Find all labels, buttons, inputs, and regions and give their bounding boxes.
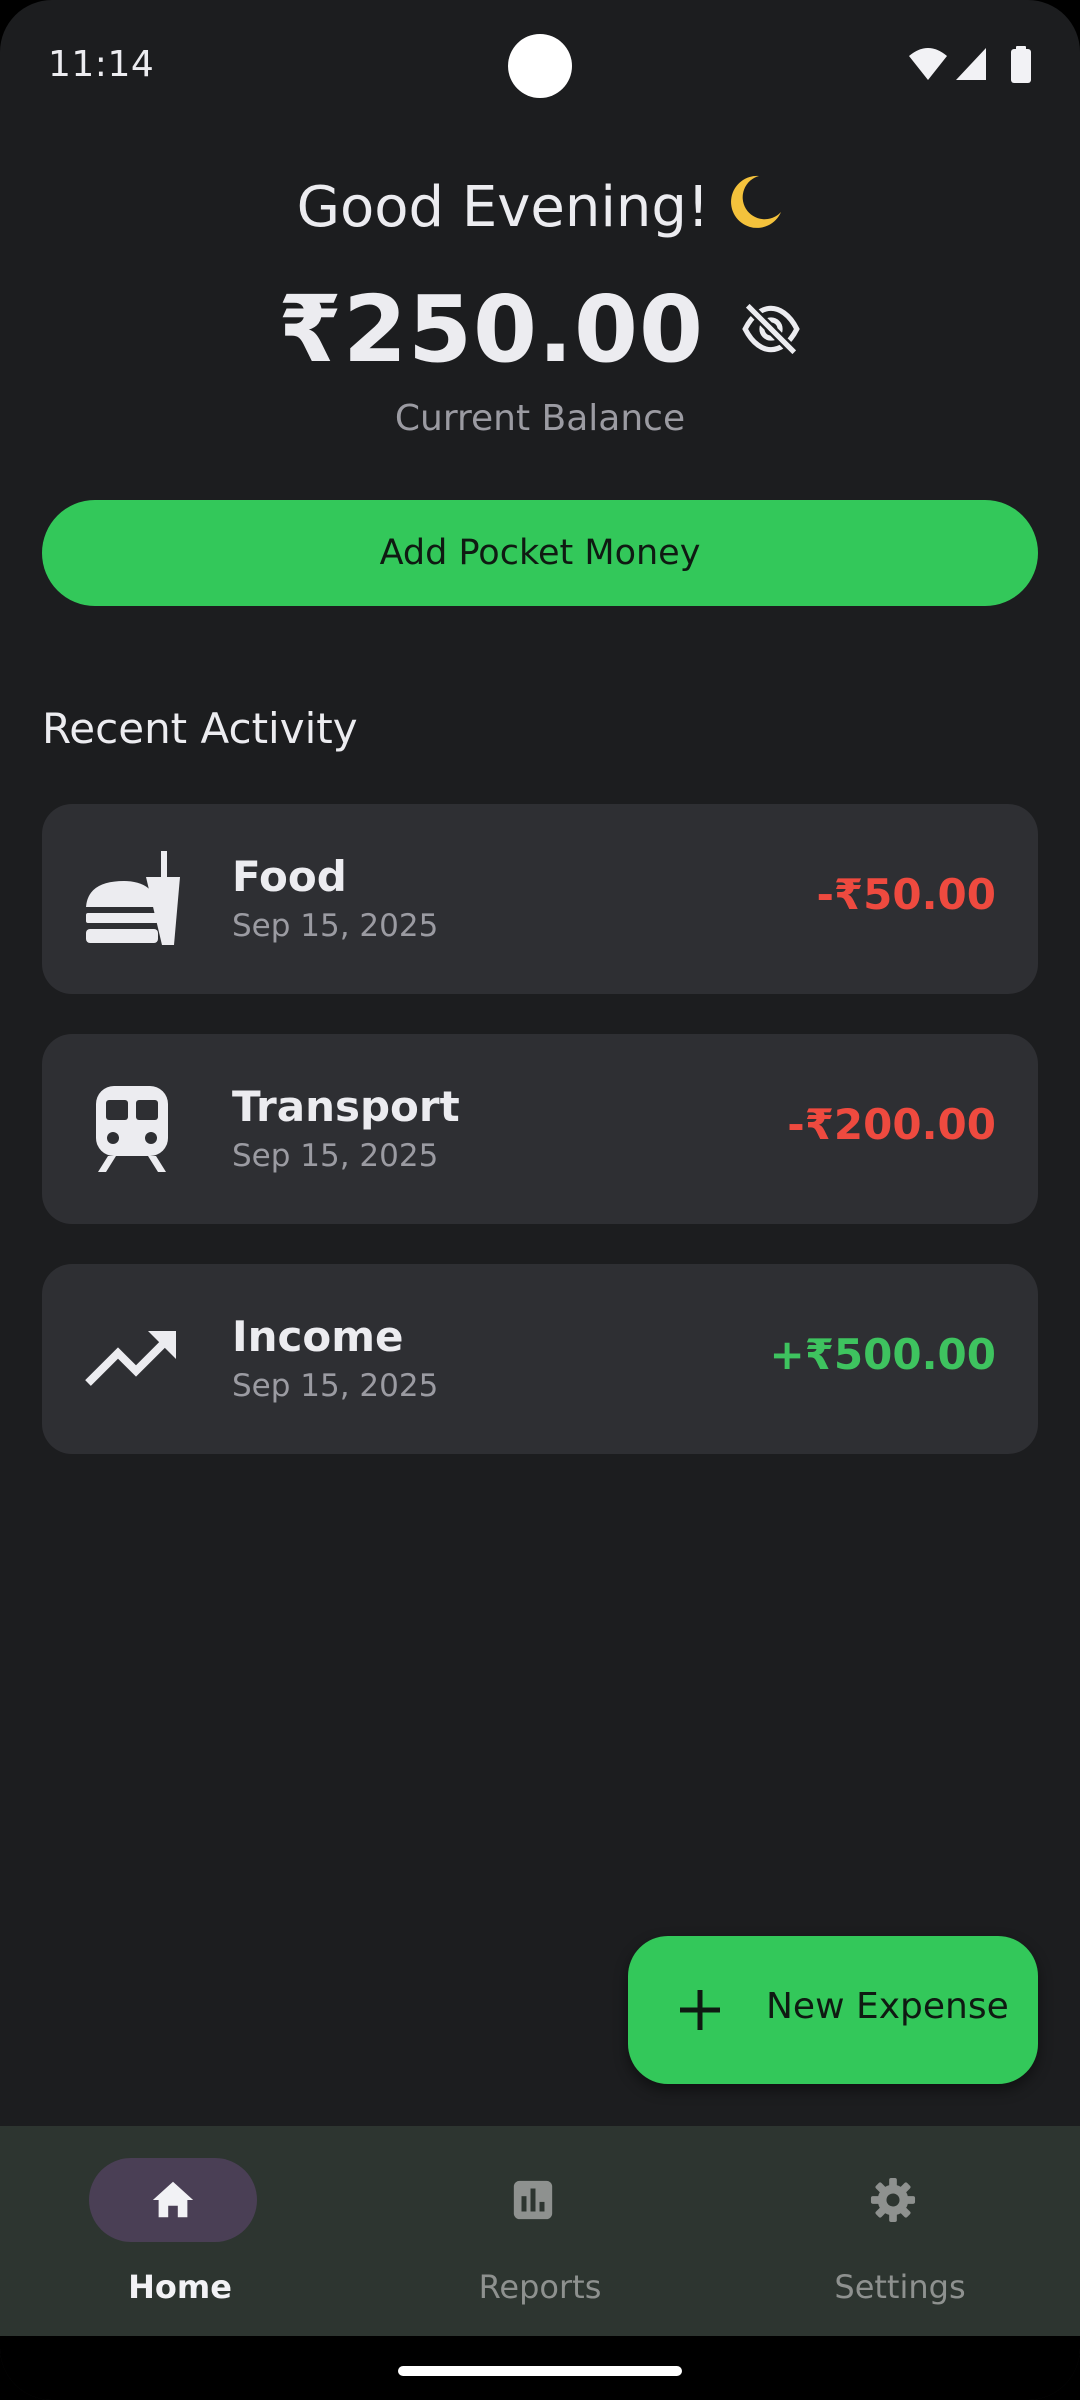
plus-icon [680,1990,720,2030]
nav-label: Home [128,2268,232,2306]
app-screen: 11:14 Good Evening! ₹250.00 Current Bala… [0,0,1080,2400]
status-icons [908,46,1038,86]
moon-icon [731,175,782,228]
home-icon [152,2181,194,2218]
wifi-icon [909,48,947,80]
gear-icon [870,2177,916,2223]
train-icon [84,1081,180,1177]
balance-row: ₹250.00 [0,274,1080,384]
activity-item-food[interactable]: Food Sep 15, 2025 -₹50.00 [42,804,1038,994]
activity-item-transport[interactable]: Transport Sep 15, 2025 -₹200.00 [42,1034,1038,1224]
activity-amount: -₹200.00 [787,1100,996,1149]
add-pocket-money-label: Add Pocket Money [379,533,701,573]
fastfood-icon [84,851,180,947]
activity-item-income[interactable]: Income Sep 15, 2025 +₹500.00 [42,1264,1038,1454]
gesture-navigation-area [0,2336,1080,2400]
eye-off-icon[interactable] [740,298,802,360]
greeting-text: Good Evening! [296,175,710,240]
nav-label: Reports [478,2268,602,2306]
battery-icon [1011,46,1031,83]
activity-category: Income [232,1312,404,1361]
greeting-title: Good Evening! [0,172,1080,240]
nav-item-settings[interactable]: Settings [720,2126,1080,2336]
signal-icon [956,48,986,80]
new-expense-fab[interactable]: New Expense [628,1936,1038,2084]
status-time: 11:14 [48,44,155,85]
balance-label: Current Balance [394,398,686,439]
activity-category: Transport [232,1082,460,1131]
bar-chart-icon [513,2180,553,2220]
activity-date: Sep 15, 2025 [232,908,439,944]
new-expense-label: New Expense [766,1986,1009,2027]
nav-item-home[interactable]: Home [0,2126,360,2336]
balance-amount: ₹250.00 [277,275,705,383]
activity-category: Food [232,852,347,901]
recent-activity-list: Food Sep 15, 2025 -₹50.00 Transport Sep … [42,804,1038,1494]
front-camera-cutout [508,34,572,98]
bottom-navigation: Home Reports Settings [0,2126,1080,2336]
recent-activity-title: Recent Activity [42,704,358,753]
home-gesture-handle[interactable] [398,2366,682,2376]
status-bar: 11:14 [0,0,1080,132]
activity-amount: -₹50.00 [816,870,996,919]
nav-label: Settings [834,2268,966,2306]
activity-date: Sep 15, 2025 [232,1368,439,1404]
nav-item-reports[interactable]: Reports [360,2126,720,2336]
activity-amount: +₹500.00 [769,1330,997,1379]
add-pocket-money-button[interactable]: Add Pocket Money [42,500,1038,606]
activity-date: Sep 15, 2025 [232,1138,439,1174]
trending-up-icon [84,1311,180,1407]
